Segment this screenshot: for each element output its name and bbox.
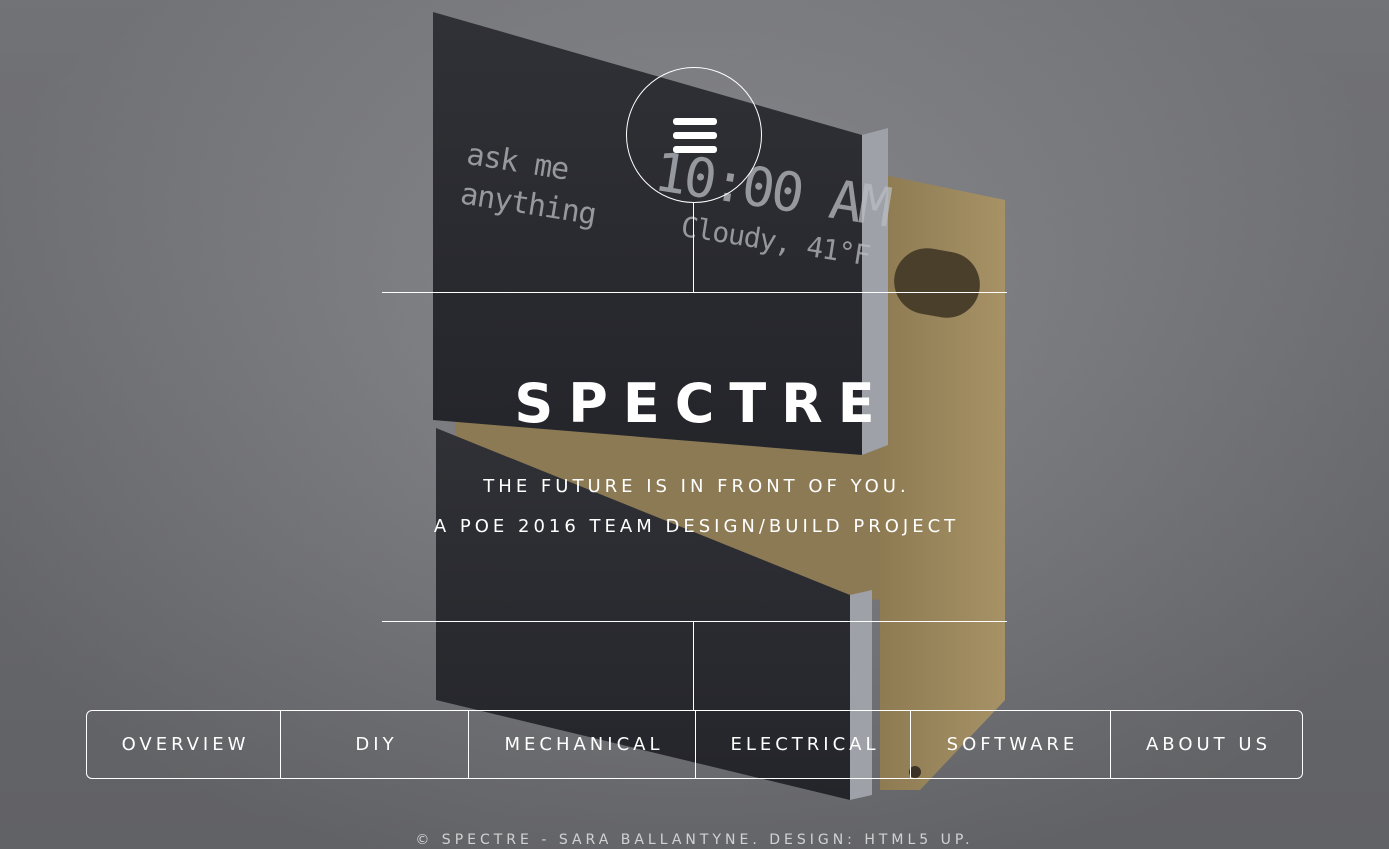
footer-copyright: © SPECTRE - SARA BALLANTYNE. DESIGN: HTM…	[415, 832, 974, 848]
tagline-secondary: A POE 2016 TEAM DESIGN/BUILD PROJECT	[433, 516, 960, 537]
menu-bar-top	[673, 118, 717, 125]
nav-about-us[interactable]: ABOUT US	[1110, 711, 1302, 778]
nav-electrical[interactable]: ELECTRICAL	[695, 711, 910, 778]
menu-bar-bottom	[673, 146, 717, 153]
top-connector-line	[693, 203, 694, 292]
banner-top-divider	[382, 292, 1007, 293]
nav-mechanical[interactable]: MECHANICAL	[468, 711, 695, 778]
banner-bottom-divider	[382, 621, 1007, 622]
nav-overview[interactable]: OVERVIEW	[87, 711, 280, 778]
nav-software[interactable]: SOFTWARE	[910, 711, 1110, 778]
menu-button[interactable]	[626, 67, 762, 203]
nav-diy[interactable]: DIY	[280, 711, 468, 778]
main-navigation: OVERVIEW DIY MECHANICAL ELECTRICAL SOFTW…	[86, 710, 1303, 779]
bottom-connector-line	[693, 621, 694, 710]
page-title: SPECTRE	[514, 372, 890, 435]
tagline-primary: THE FUTURE IS IN FRONT OF YOU.	[483, 476, 910, 497]
menu-bar-middle	[673, 132, 717, 139]
